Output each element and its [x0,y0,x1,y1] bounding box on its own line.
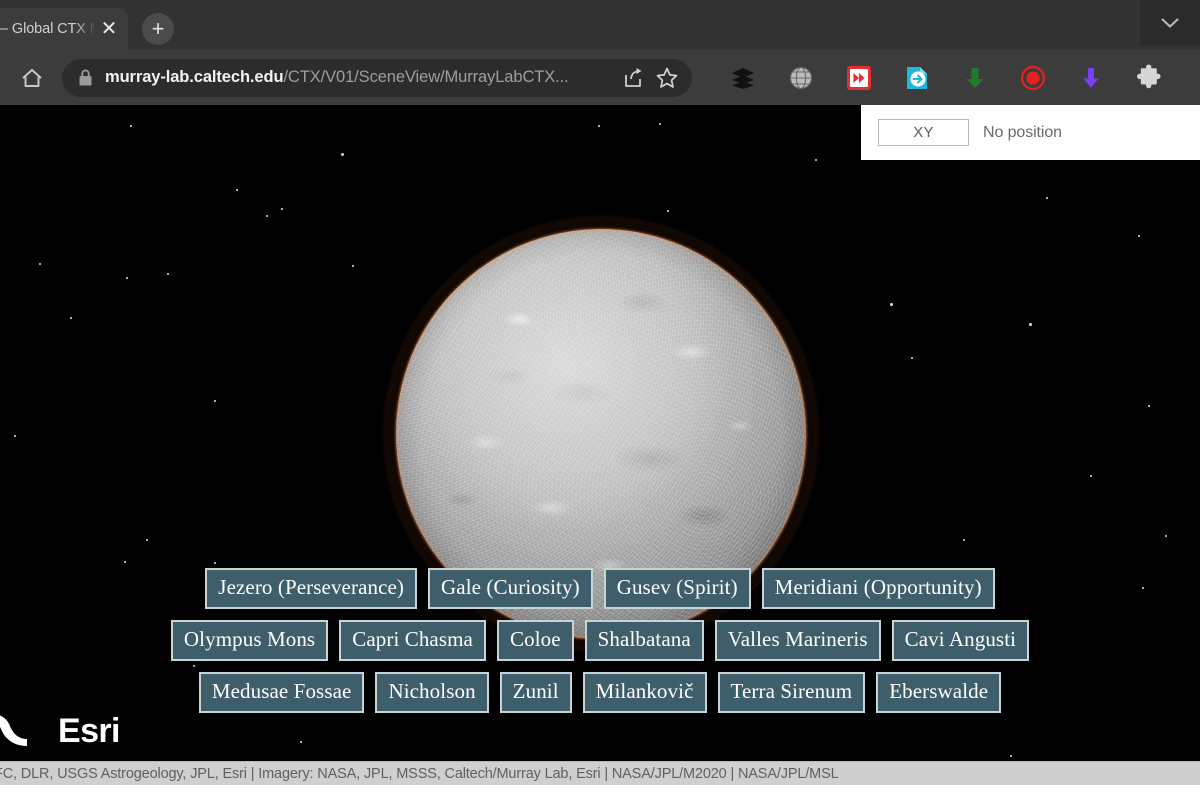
url-path: /CTX/V01/SceneView/MurrayLabCTX... [283,68,569,86]
bookmark-button-gusev[interactable]: Gusev (Spirit) [603,568,751,609]
green-download-extension-button[interactable] [946,58,1004,98]
fast-forward-icon [847,65,871,90]
bookmark-button-jezero[interactable]: Jezero (Perseverance) [205,568,418,609]
bookmark-button-nicholson[interactable]: Nicholson [375,672,489,713]
extension-tray [714,58,1178,98]
home-icon [22,68,42,87]
new-tab-button[interactable]: + [142,13,174,45]
lock-icon [78,69,93,87]
bookmark-row: Jezero (Perseverance) Gale (Curiosity) G… [205,568,995,609]
esri-globe-mark [0,715,27,746]
scene-viewport[interactable]: XY No position Jezero (Perseverance) Gal… [0,105,1200,800]
record-circle-icon [1020,65,1046,90]
bookmark-button-gale[interactable]: Gale (Curiosity) [428,568,593,609]
address-bar[interactable]: murray-lab.caltech.edu/CTX/V01/SceneView… [62,58,692,97]
attribution-bar: FC, DLR, USGS Astrogeology, JPL, Esri | … [0,761,1200,785]
star-icon [656,67,678,88]
fast-forward-extension-button[interactable] [830,58,888,98]
share-button[interactable] [616,61,650,95]
bookmark-button-shalbatana[interactable]: Shalbatana [584,620,704,661]
purple-download-extension-button[interactable] [1062,58,1120,98]
close-icon[interactable]: ✕ [96,16,122,42]
globe-icon [789,66,813,89]
bookmark-button-cavi-angusti[interactable]: Cavi Angusti [891,620,1030,661]
globe-extension-button[interactable] [772,58,830,98]
esri-logo: Esri [0,710,120,752]
record-extension-button[interactable] [1004,58,1062,98]
bookmark-button-medusae-fossae[interactable]: Medusae Fossae [198,672,365,713]
chevron-down-icon [1161,18,1179,28]
tab-search-button[interactable] [1140,0,1200,46]
page-export-extension-button[interactable] [888,58,946,98]
bookmark-button-terra-sirenum[interactable]: Terra Sirenum [717,672,866,713]
bookmark-button-valles-marineris[interactable]: Valles Marineris [714,620,881,661]
bookmark-row: Olympus Mons Capri Chasma Coloe Shalbata… [170,620,1030,661]
bookmark-button-milankovic[interactable]: Milankovič [582,672,707,713]
esri-wordmark: Esri [58,712,120,750]
url-text: murray-lab.caltech.edu/CTX/V01/SceneView… [105,68,616,87]
bookmark-button-zunil[interactable]: Zunil [499,672,572,713]
attribution-text: FC, DLR, USGS Astrogeology, JPL, Esri | … [0,765,839,782]
share-icon [625,67,642,87]
green-download-arrow-icon [966,67,984,88]
browser-toolbar: murray-lab.caltech.edu/CTX/V01/SceneView… [0,50,1200,105]
tab-strip: – Global CTX M ✕ + [0,0,1200,50]
browser-window: – Global CTX M ✕ + murray-lab.caltech.ed… [0,0,1200,800]
bookmark-button-capri-chasma[interactable]: Capri Chasma [339,620,486,661]
position-status: No position [983,123,1062,141]
bookmark-button-olympus-mons[interactable]: Olympus Mons [170,620,329,661]
extensions-menu-button[interactable] [1120,58,1178,98]
bookmark-button-meridiani[interactable]: Meridiani (Opportunity) [761,568,995,609]
xy-mode-button[interactable]: XY [878,119,969,146]
tab-title: – Global CTX M [0,21,96,37]
bookmark-button[interactable] [650,61,684,95]
home-button[interactable] [12,58,52,98]
bookmark-button-eberswalde[interactable]: Eberswalde [876,672,1002,713]
purple-download-arrow-icon [1083,67,1099,88]
puzzle-piece-icon [1137,64,1161,88]
position-panel: XY No position [861,105,1200,160]
bookmark-row: Medusae Fossae Nicholson Zunil Milankovi… [198,672,1002,713]
layers-icon [732,67,754,89]
bookmark-button-coloe[interactable]: Coloe [496,620,574,661]
bookmark-buttons: Jezero (Perseverance) Gale (Curiosity) G… [0,568,1200,713]
layers-extension-button[interactable] [714,58,772,98]
browser-tab[interactable]: – Global CTX M ✕ [0,8,128,50]
url-host: murray-lab.caltech.edu [105,68,284,86]
page-export-icon [907,66,927,89]
bottom-strip [0,785,1200,800]
